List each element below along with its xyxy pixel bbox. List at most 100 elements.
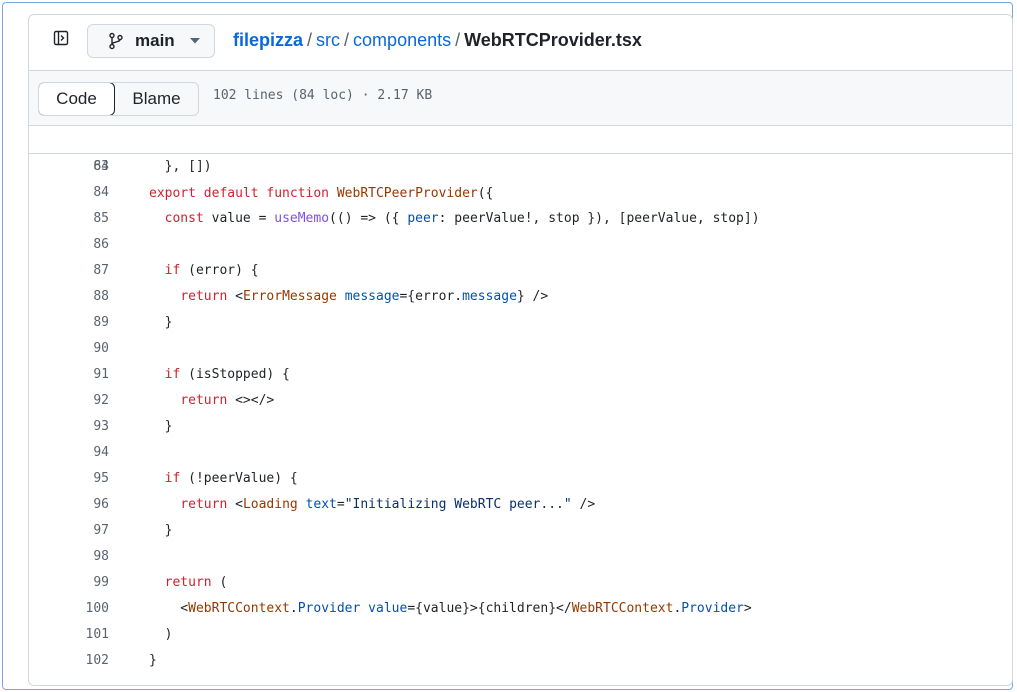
breadcrumb-separator: / <box>307 30 313 50</box>
code-text: } <box>149 518 173 544</box>
code-token: message <box>462 289 517 304</box>
line-number[interactable]: 84 <box>29 180 109 206</box>
code-token: Provider <box>297 601 361 616</box>
code-token: < <box>227 497 243 512</box>
code-line: 94 <box>29 440 1012 466</box>
code-token: value = <box>203 211 275 226</box>
code-token: > <box>743 601 752 616</box>
line-number[interactable]: 100 <box>29 596 109 622</box>
line-number[interactable]: 90 <box>29 336 109 362</box>
breadcrumb-separator: / <box>344 30 350 50</box>
line-number[interactable]: 94 <box>29 440 109 466</box>
breadcrumb: filepizza / src / components / WebRTCProvider.… <box>233 28 642 52</box>
code-token: <></> <box>227 393 275 408</box>
blame-view-button[interactable]: Blame <box>115 83 198 115</box>
line-number[interactable]: 97 <box>29 518 109 544</box>
code-token: } <box>149 315 173 330</box>
chevron-down-icon <box>189 38 200 44</box>
code-token: return <box>180 393 228 408</box>
code-text: if (isStopped) { <box>149 362 290 388</box>
code-token: Provider <box>681 601 744 616</box>
code-line: 89 } <box>29 310 1012 336</box>
line-number[interactable]: 87 <box>29 258 109 284</box>
code-token: return <box>180 289 228 304</box>
code-text: return ( <box>149 570 228 596</box>
sticky-scroll-header: 64 export default function WebRTCPeerPro… <box>29 126 1012 201</box>
code-text: const value = useMemo(() => ({ peer: pee… <box>149 206 760 232</box>
code-token: peer <box>407 211 439 226</box>
code-token: ={error. <box>399 289 463 304</box>
line-number[interactable]: 93 <box>29 414 109 440</box>
code-line: 96 return <Loading text="Initializing We… <box>29 492 1012 518</box>
code-text: } <box>149 414 173 440</box>
breadcrumb-components-link[interactable]: components <box>353 30 451 50</box>
code-line: 95 if (!peerValue) { <box>29 466 1012 492</box>
line-number[interactable]: 99 <box>29 570 109 596</box>
code-token: return <box>164 575 212 590</box>
view-mode-toggle: Code Blame <box>38 82 199 116</box>
code-token: . <box>289 601 298 616</box>
code-text: return <Loading text="Initializing WebRT… <box>149 492 595 518</box>
code-token: } <box>149 419 173 434</box>
breadcrumb-repo-link[interactable]: filepizza <box>233 30 303 50</box>
line-number[interactable]: 96 <box>29 492 109 518</box>
code-token: if <box>164 263 181 278</box>
code-token: (error) { <box>180 263 259 278</box>
code-line: 85 const value = useMemo(() => ({ peer: … <box>29 206 1012 232</box>
line-number[interactable]: 88 <box>29 284 109 310</box>
code-token: }, []) <box>149 159 212 174</box>
code-line: 93 } <box>29 414 1012 440</box>
code-token: = <box>336 497 345 512</box>
code-view-button[interactable]: Code <box>39 83 115 115</box>
git-branch-icon <box>108 32 124 50</box>
side-panel-toggle-button[interactable] <box>49 28 73 52</box>
line-number[interactable]: 85 <box>29 206 109 232</box>
code-line: 92 return <></> <box>29 388 1012 414</box>
file-view: main filepizza / src / components / WebRTCProv… <box>28 14 1013 686</box>
code-line: 88 return <ErrorMessage message={error.m… <box>29 284 1012 310</box>
file-toolbar: Code Blame 102 lines (84 loc) · 2.17 KB <box>29 70 1012 126</box>
line-number[interactable]: 101 <box>29 622 109 648</box>
code-line: 83 }, []) <box>29 154 1012 180</box>
code-text: if (!peerValue) { <box>149 466 298 492</box>
line-number[interactable]: 92 <box>29 388 109 414</box>
code-line: 87 if (error) { <box>29 258 1012 284</box>
code-token: useMemo <box>274 211 330 226</box>
line-number[interactable]: 91 <box>29 362 109 388</box>
code-token: text <box>305 497 337 512</box>
code-token: value <box>368 601 408 616</box>
branch-selector-button[interactable]: main <box>87 24 215 58</box>
code-line: 102} <box>29 648 1012 674</box>
line-number[interactable]: 102 <box>29 648 109 674</box>
line-number[interactable]: 98 <box>29 544 109 570</box>
code-token: (isStopped) { <box>180 367 290 382</box>
line-number[interactable]: 95 <box>29 466 109 492</box>
code-text: } <box>149 648 157 674</box>
code-text: ) <box>149 622 173 648</box>
code-view: 83 }, []) 84 85 const value = useMemo(() =… <box>29 154 1012 674</box>
code-token: ( <box>211 575 228 590</box>
line-number[interactable]: 89 <box>29 310 109 336</box>
code-text: return <ErrorMessage message={error.mess… <box>149 284 548 310</box>
breadcrumb-src-link[interactable]: src <box>316 30 340 50</box>
code-token: ErrorMessage <box>242 289 337 304</box>
code-text: }, []) <box>149 154 212 180</box>
code-token: } /> <box>516 289 549 304</box>
breadcrumb-separator: / <box>455 30 461 50</box>
code-token: ={value}>{children}</ <box>407 601 572 616</box>
line-number[interactable]: 83 <box>29 154 109 180</box>
file-header: main filepizza / src / components / WebRTCProv… <box>29 15 1012 70</box>
code-token: < <box>149 601 189 616</box>
code-text: } <box>149 310 173 336</box>
code-token: "Initializing WebRTC peer..." <box>344 497 572 512</box>
code-token: < <box>227 289 243 304</box>
line-number[interactable]: 86 <box>29 232 109 258</box>
